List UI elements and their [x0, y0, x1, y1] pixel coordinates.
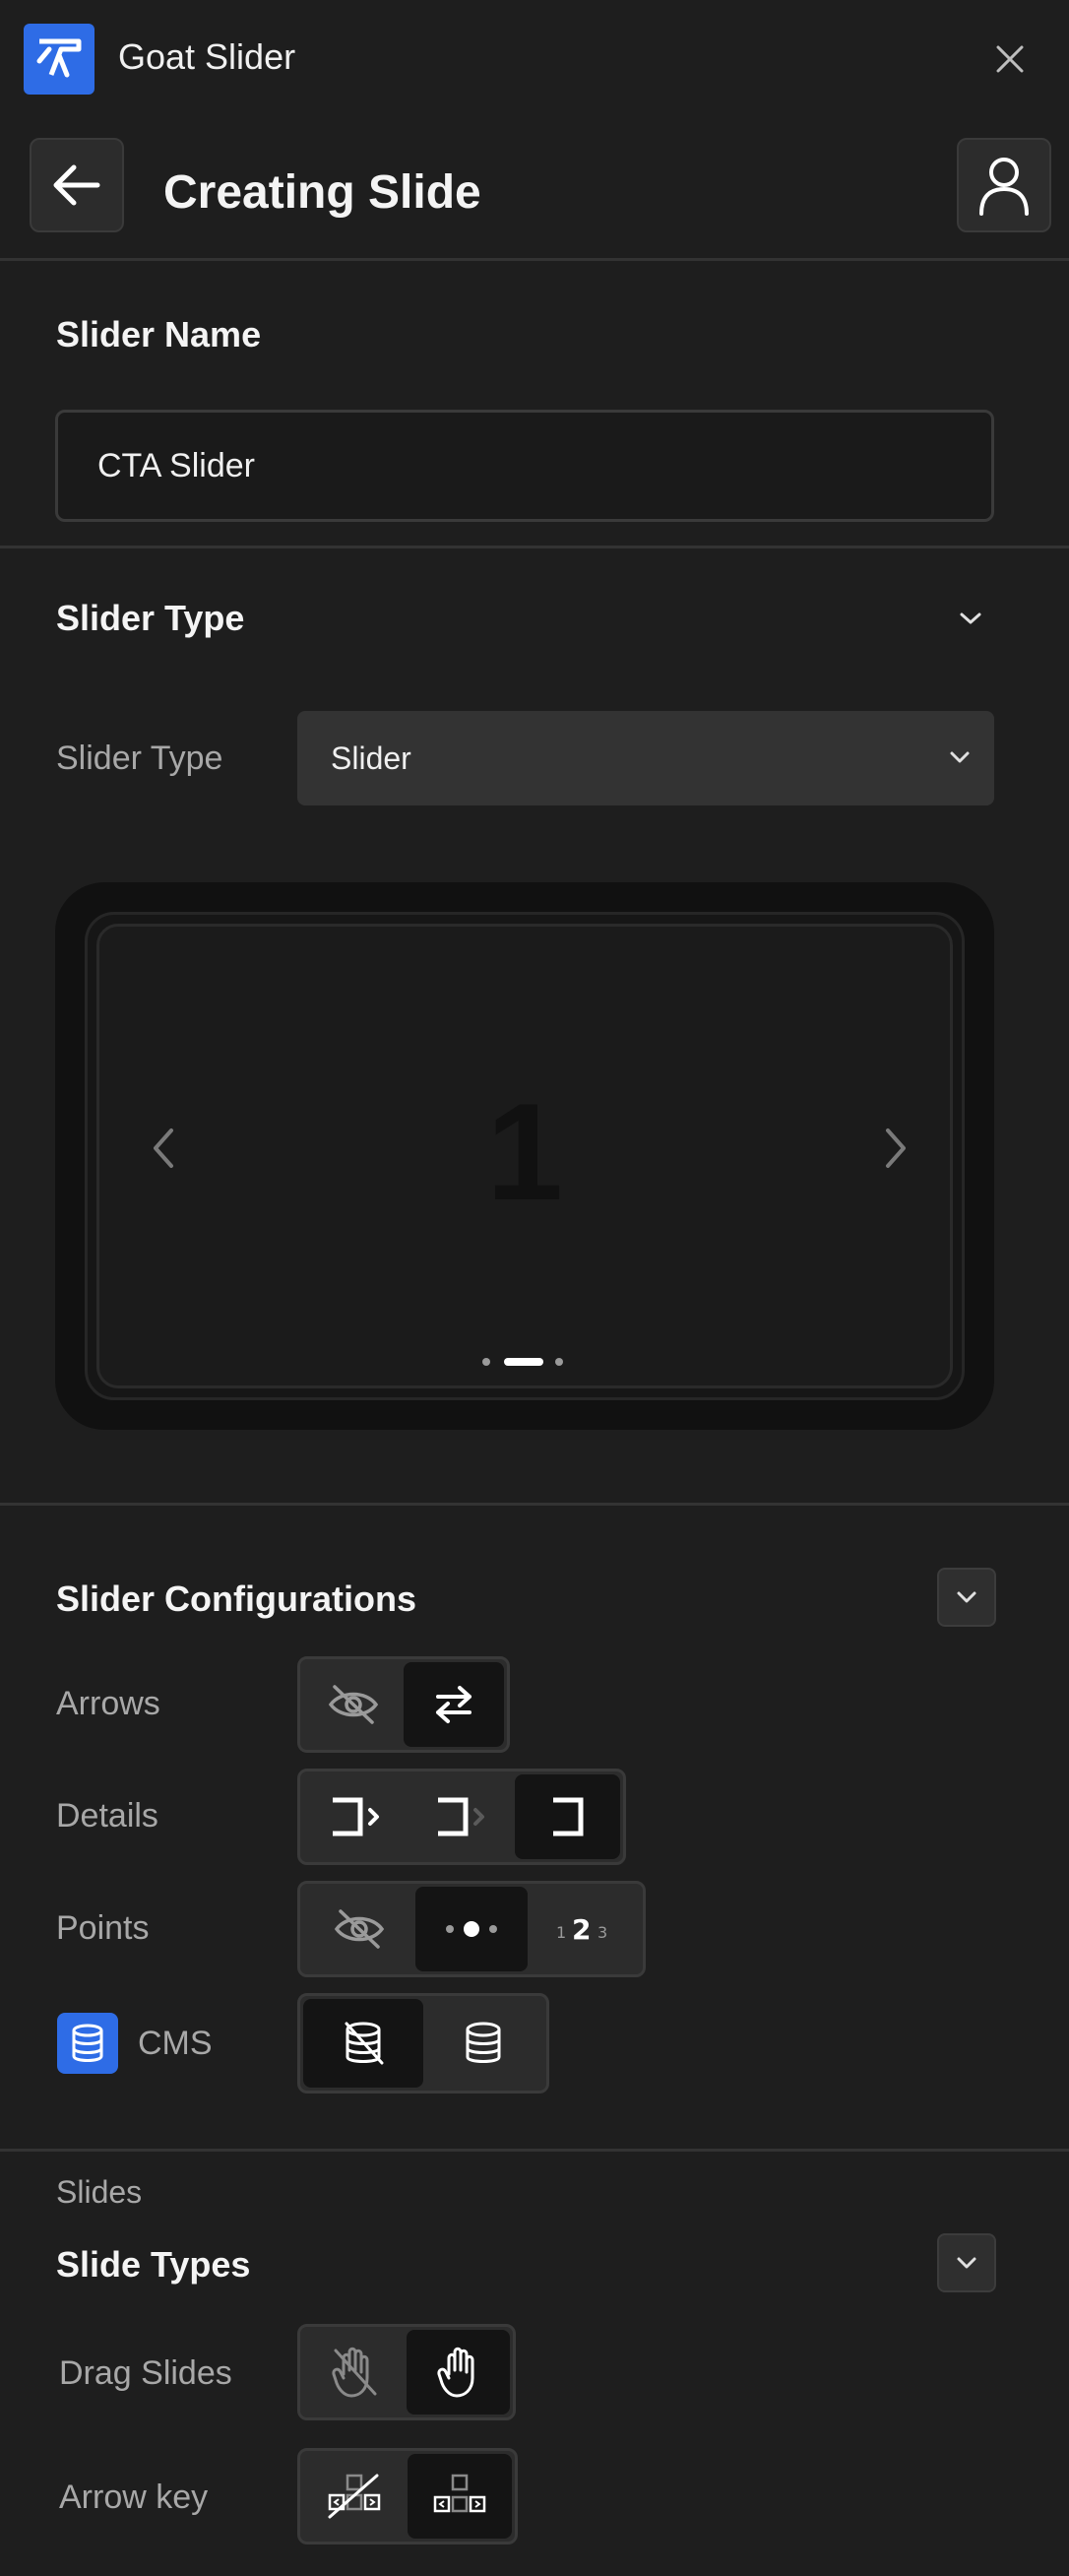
- arrow-key-on-option[interactable]: [408, 2454, 512, 2539]
- app-title: Goat Slider: [118, 36, 296, 77]
- slider-type-select-value: Slider: [331, 740, 411, 776]
- points-toggle: 1 2 3: [297, 1881, 646, 1977]
- cms-off-option[interactable]: [303, 1999, 423, 2088]
- slider-name-input[interactable]: [55, 410, 994, 522]
- arrows-hidden-option[interactable]: [303, 1662, 404, 1747]
- points-dots-option[interactable]: [415, 1887, 528, 1971]
- keyboard-arrows-icon: [433, 2474, 486, 2513]
- close-icon: [996, 45, 1024, 73]
- configurations-collapse-button[interactable]: [937, 1568, 996, 1627]
- keyboard-arrows-off-icon: [328, 2474, 381, 2519]
- page-title: Creating Slide: [163, 166, 481, 219]
- slider-type-label: Slider Type: [56, 740, 223, 777]
- numbers-icon: 1 2 3: [556, 1914, 607, 1944]
- arrow-key-off-option[interactable]: [303, 2454, 408, 2539]
- profile-button[interactable]: [957, 138, 1051, 232]
- divider: [0, 2149, 1069, 2152]
- details-toggle: [297, 1769, 626, 1865]
- eye-off-icon: [334, 1909, 385, 1949]
- details-option-2[interactable]: [409, 1774, 514, 1859]
- drag-slides-toggle: [297, 2324, 516, 2420]
- details-option-3[interactable]: [514, 1774, 620, 1859]
- preview-pagination: [480, 1355, 579, 1369]
- arrows-label: Arrows: [56, 1685, 160, 1722]
- hand-off-icon: [331, 2347, 376, 2398]
- eye-off-icon: [328, 1685, 379, 1724]
- drag-slides-label: Drag Slides: [59, 2354, 232, 2392]
- drag-off-option[interactable]: [303, 2330, 407, 2415]
- divider: [0, 546, 1069, 548]
- points-label: Points: [56, 1909, 150, 1947]
- cms-badge: [57, 2013, 118, 2074]
- slides-section-label: Slides: [56, 2174, 143, 2210]
- arrow-key-label: Arrow key: [59, 2479, 209, 2516]
- slider-configurations-heading: Slider Configurations: [56, 1578, 417, 1619]
- layout-outside-arrow-icon: [332, 1797, 379, 1836]
- chevron-right-icon: [886, 1128, 906, 1168]
- cms-label: CMS: [138, 2025, 213, 2062]
- database-icon: [466, 2022, 501, 2063]
- svg-text:1: 1: [556, 1923, 566, 1942]
- chevron-left-icon: [154, 1128, 173, 1168]
- goat-slider-logo-icon: [24, 24, 94, 95]
- dots-icon: [446, 1921, 497, 1937]
- slide-types-heading: Slide Types: [56, 2244, 251, 2285]
- layout-inside-icon: [553, 1797, 584, 1836]
- chevron-down-icon: [950, 751, 970, 763]
- svg-text:2: 2: [572, 1914, 591, 1944]
- cms-on-option[interactable]: [423, 1999, 543, 2088]
- cms-toggle: [297, 1993, 549, 2093]
- arrow-key-toggle: [297, 2448, 518, 2544]
- back-button[interactable]: [30, 138, 124, 232]
- hand-icon: [436, 2347, 473, 2398]
- slider-name-heading: Slider Name: [56, 314, 262, 354]
- slider-type-select[interactable]: Slider: [297, 711, 994, 805]
- preview-prev-arrow: [148, 1127, 179, 1175]
- drag-on-option[interactable]: [407, 2330, 510, 2415]
- preview-next-arrow: [880, 1127, 912, 1175]
- preview-slide-number: 1: [486, 1074, 563, 1229]
- chevron-down-icon: [960, 612, 981, 624]
- chevron-down-icon: [957, 2257, 976, 2269]
- details-option-1[interactable]: [303, 1774, 409, 1859]
- divider: [0, 258, 1069, 261]
- points-hidden-option[interactable]: [303, 1887, 415, 1971]
- divider: [0, 1503, 1069, 1506]
- arrows-visible-option[interactable]: [404, 1662, 504, 1747]
- slide-types-collapse-button[interactable]: [937, 2233, 996, 2292]
- slider-type-heading: Slider Type: [56, 598, 245, 638]
- user-icon: [979, 158, 1029, 216]
- arrow-left-icon: [53, 164, 100, 206]
- details-label: Details: [56, 1797, 158, 1835]
- points-numbers-option[interactable]: 1 2 3: [528, 1887, 640, 1971]
- database-off-icon: [345, 2022, 384, 2065]
- swap-arrows-icon: [436, 1686, 472, 1723]
- database-icon: [72, 2024, 103, 2062]
- layout-faded-arrow-icon: [437, 1797, 484, 1836]
- chevron-down-icon: [957, 1591, 976, 1603]
- close-button[interactable]: [980, 30, 1039, 89]
- pagination-dots-icon: [482, 1358, 563, 1366]
- slider-type-collapse-button[interactable]: [945, 595, 996, 642]
- arrows-toggle: [297, 1656, 510, 1753]
- svg-text:3: 3: [597, 1923, 607, 1942]
